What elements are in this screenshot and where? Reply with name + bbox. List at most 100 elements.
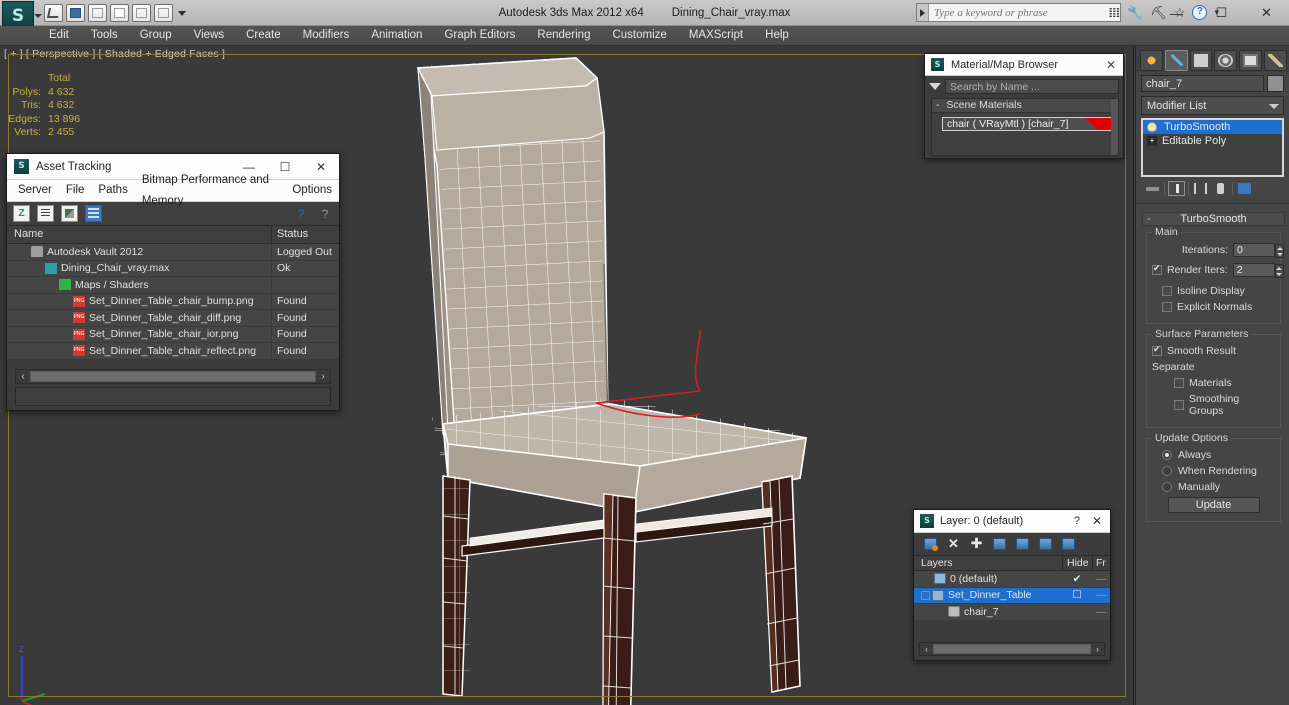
render-iters-spinner[interactable]: 2 [1232,263,1284,278]
show-end-result-icon[interactable] [1168,181,1185,196]
menu-item-tools[interactable]: Tools [80,26,129,45]
render-setup-icon[interactable] [132,4,151,22]
search-caret-icon[interactable] [917,4,929,21]
display-tab[interactable] [1239,50,1263,71]
menu-item-animation[interactable]: Animation [360,26,433,45]
material-browser-title-bar[interactable]: S Material/Map Browser ✕ [925,54,1123,76]
menu-item-group[interactable]: Group [129,26,183,45]
menu-item-graph-editors[interactable]: Graph Editors [433,26,526,45]
table-row[interactable]: Set_Dinner_Table_chair_reflect.png Found [7,343,339,360]
list-icon[interactable] [37,205,54,222]
stack-item-editable-poly[interactable]: + Editable Poly [1143,134,1282,148]
smooth-result-checkbox[interactable] [1152,344,1162,356]
list-item[interactable]: Set_Dinner_Table ☐ — [914,587,1110,604]
add-layer-icon[interactable]: ✚ [970,536,983,550]
menu-item-help[interactable]: Help [754,26,800,45]
group-collapse-icon[interactable]: - [936,99,940,111]
minimize-button[interactable]: — [1154,0,1199,26]
rollout-header[interactable]: - TurboSmooth [1142,212,1285,226]
column-header-layers[interactable]: Layers [914,556,1062,570]
at-menu-paths[interactable]: Paths [91,180,134,201]
pin-stack-icon[interactable] [1144,181,1161,196]
material-browser-scrollbar[interactable] [1111,99,1118,155]
column-header-name[interactable]: Name [7,226,272,243]
scroll-right-icon[interactable]: › [1091,644,1104,654]
column-header-hide[interactable]: Hide [1062,556,1092,570]
add-selection-icon[interactable] [1039,538,1052,550]
layer-hide-toggle[interactable]: ☐ [1062,589,1092,601]
expand-plus-icon[interactable]: + [1147,136,1157,146]
layer-window[interactable]: S Layer: 0 (default) ? ✕ ✕ ✚ Layers Hide… [913,509,1111,661]
help-icon[interactable]: ? [293,206,309,222]
manually-radio[interactable] [1162,482,1172,492]
scroll-thumb[interactable] [933,644,1091,654]
menu-item-rendering[interactable]: Rendering [526,26,601,45]
table-row[interactable]: Set_Dinner_Table_chair_diff.png Found [7,310,339,327]
list-item[interactable]: 0 (default) ✔ — [914,571,1110,588]
material-entry[interactable]: chair ( VRayMtl ) [chair_7] [942,117,1112,131]
lightbulb-icon[interactable] [1147,122,1157,132]
stack-item-turbosmooth[interactable]: TurboSmooth [1143,120,1282,134]
search-box[interactable] [916,3,1121,22]
redo-icon[interactable] [110,4,129,22]
render-iters-spinner-arrows[interactable] [1274,264,1284,278]
scroll-thumb[interactable] [30,371,316,382]
new-layer-icon[interactable] [924,538,938,551]
context-help-icon[interactable]: ? [317,206,333,222]
modify-tab[interactable] [1164,50,1188,71]
make-unique-icon[interactable] [1192,181,1209,196]
grid-icon[interactable] [85,205,102,222]
table-row[interactable]: Autodesk Vault 2012 Logged Out [7,244,339,261]
iterations-spinner[interactable]: 0 [1233,243,1284,258]
menu-item-customize[interactable]: Customize [601,26,677,45]
layer-window-title-bar[interactable]: S Layer: 0 (default) ? ✕ [914,510,1110,533]
close-button[interactable]: ✕ [1244,0,1289,26]
delete-layer-icon[interactable]: ✕ [947,537,960,550]
update-button[interactable]: Update [1167,497,1260,513]
scroll-right-icon[interactable]: › [316,371,330,382]
modifier-list-dropdown[interactable]: Modifier List [1141,96,1284,115]
menu-item-edit[interactable]: Edit [38,26,80,45]
object-color-swatch[interactable] [1267,75,1284,92]
smoothing-groups-checkbox[interactable] [1174,400,1184,410]
menu-item-create[interactable]: Create [235,26,292,45]
binoculars-icon[interactable]: 𝍖 [1108,4,1120,21]
map-icon[interactable] [61,205,78,222]
rollout-collapse-icon[interactable]: - [1147,213,1151,226]
modifier-stack[interactable]: TurboSmooth + Editable Poly [1141,118,1284,177]
layer-freeze-toggle[interactable]: — [1092,589,1110,601]
layer-freeze-toggle[interactable]: — [1092,573,1110,585]
table-row[interactable]: Set_Dinner_Table_chair_bump.png Found [7,293,339,310]
open-icon[interactable] [44,4,63,22]
asset-tracking-close-button[interactable]: ✕ [303,154,339,180]
layer-close-button[interactable]: ✕ [1092,514,1110,528]
column-header-status[interactable]: Status [272,226,339,243]
chevron-down-icon[interactable] [1269,104,1279,109]
menu-item-views[interactable]: Views [183,26,235,45]
table-row[interactable]: Dining_Chair_vray.max Ok [7,260,339,277]
material-browser-close-button[interactable]: ✕ [1106,58,1116,72]
select-highlighted-icon[interactable] [1016,538,1029,550]
maximize-button[interactable]: ☐ [1199,0,1244,26]
explicit-normals-checkbox[interactable] [1162,302,1172,312]
hierarchy-tab[interactable] [1189,50,1213,71]
isoline-display-checkbox[interactable] [1162,286,1172,296]
list-item[interactable]: chair_7 — [914,604,1110,621]
object-name-field[interactable]: chair_7 [1141,75,1264,92]
at-menu-file[interactable]: File [59,180,92,201]
layer-horizontal-scrollbar[interactable]: ‹ › [919,642,1105,656]
menu-item-maxscript[interactable]: MAXScript [678,26,754,45]
app-menu-caret-icon[interactable] [34,14,42,18]
asset-tracking-window[interactable]: S Asset Tracking — ☐ ✕ Server File Paths… [6,153,340,411]
configure-sets-icon[interactable] [1236,181,1253,196]
materials-checkbox[interactable] [1174,378,1184,388]
search-input[interactable] [929,6,1120,19]
motion-tab[interactable] [1214,50,1238,71]
asset-tracking-horizontal-scrollbar[interactable]: ‹ › [15,369,331,384]
excel-icon[interactable] [13,205,30,222]
render-frame-icon[interactable] [154,4,173,22]
select-objects-icon[interactable] [993,538,1006,550]
always-radio[interactable] [1162,450,1172,460]
when-rendering-radio[interactable] [1162,466,1172,476]
at-menu-options[interactable]: Options [285,180,339,201]
